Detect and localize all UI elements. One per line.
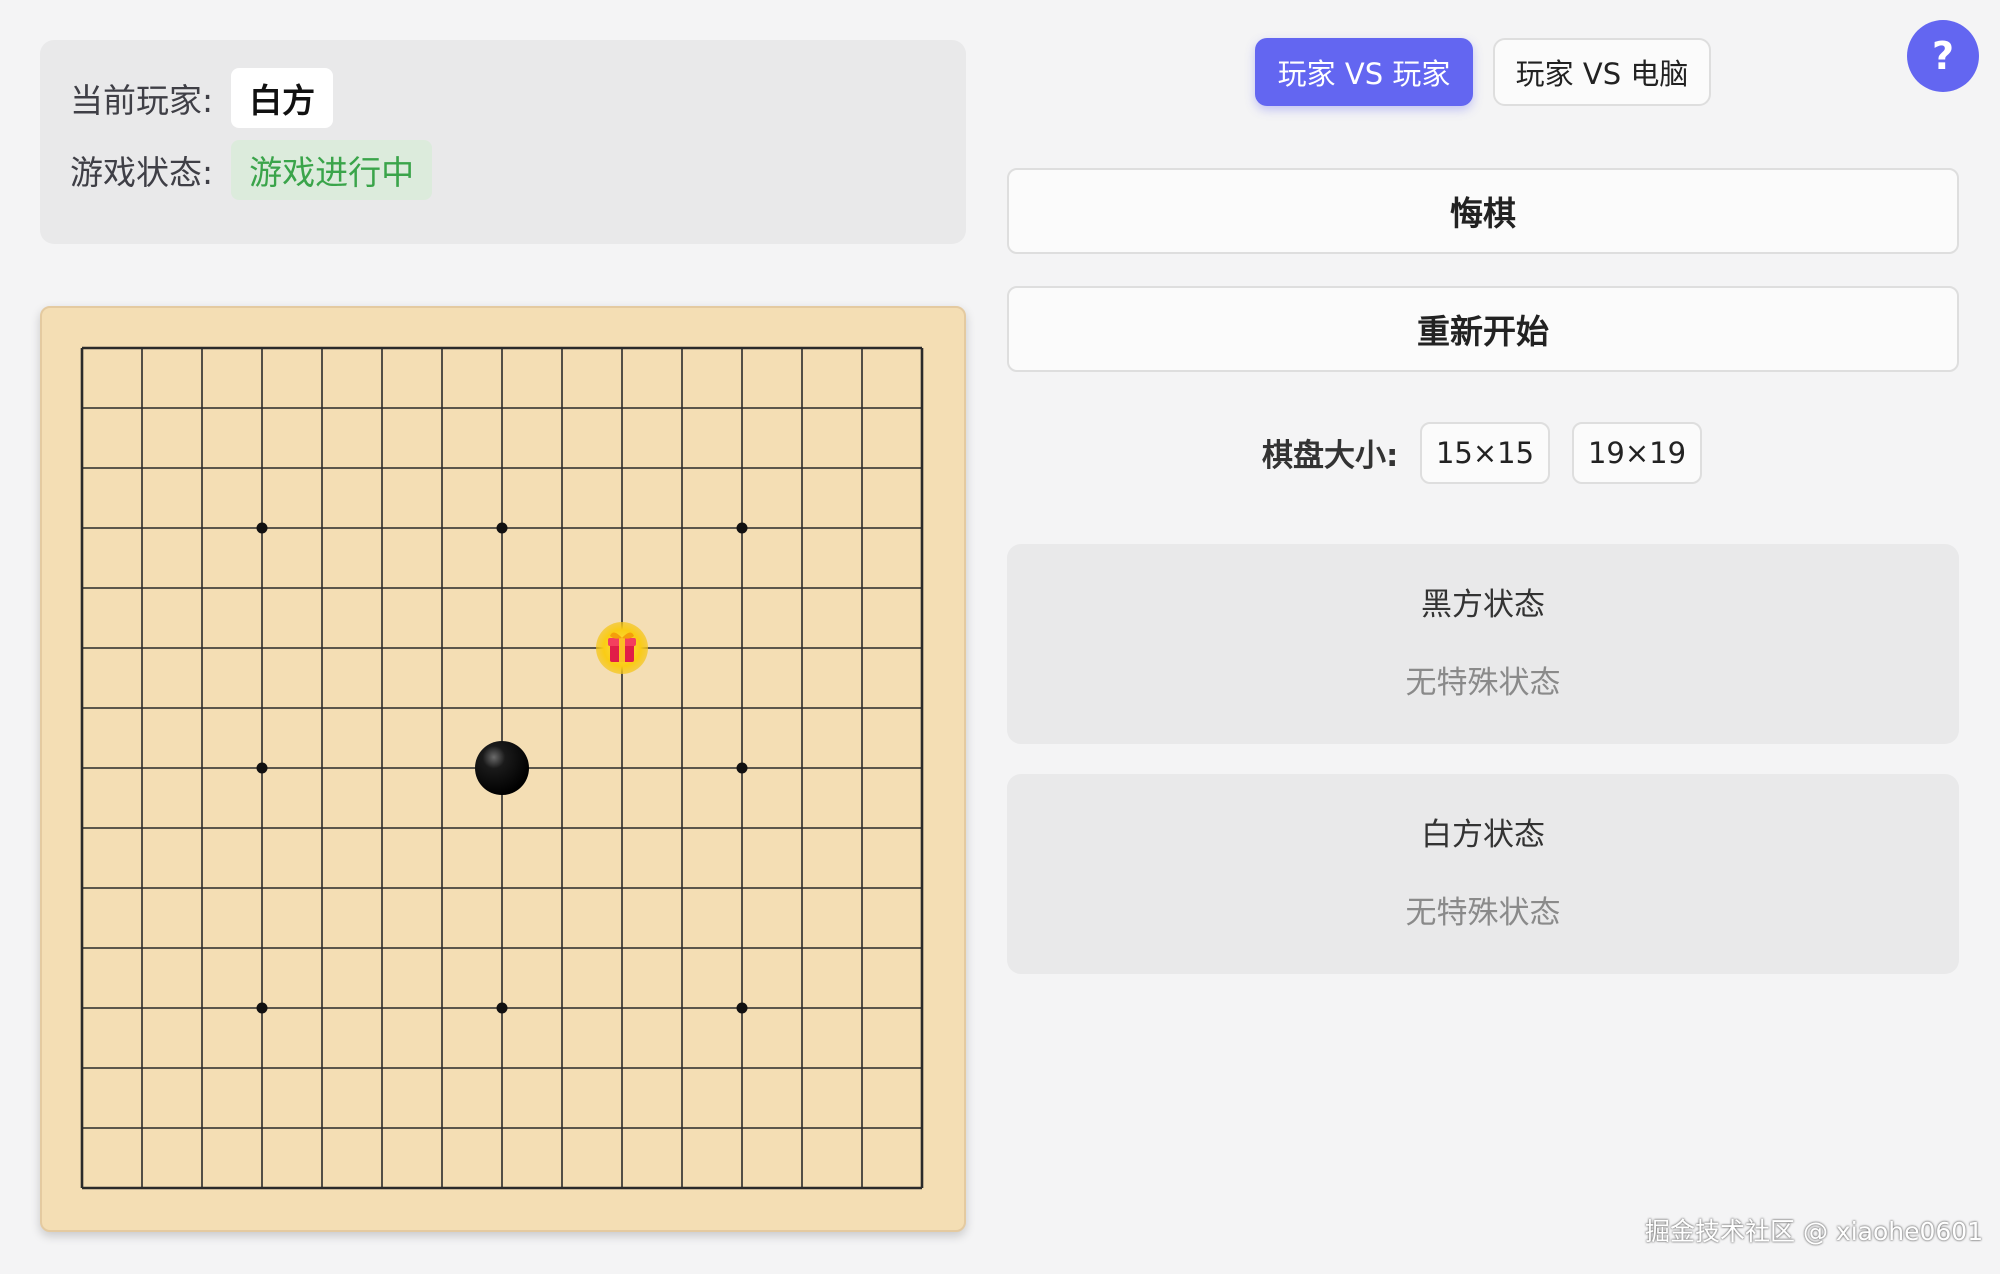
board-size-label: 棋盘大小: xyxy=(1262,438,1399,474)
black-status-text: 无特殊状态 xyxy=(1405,665,1561,701)
black-status-card: 黑方状态 无特殊状态 xyxy=(1007,544,1959,744)
current-player-label: 当前玩家: xyxy=(70,81,214,120)
star-point xyxy=(256,522,268,534)
current-player-value: 白方 xyxy=(231,68,334,128)
black-status-title: 黑方状态 xyxy=(1421,587,1545,623)
white-status-card: 白方状态 无特殊状态 xyxy=(1007,774,1959,974)
watermark: 掘金技术社区 @ xiaohe0601 xyxy=(1645,1217,1984,1246)
board-size-19-button[interactable]: 19×19 xyxy=(1572,422,1702,484)
white-status-text: 无特殊状态 xyxy=(1405,895,1561,931)
star-point xyxy=(496,1002,508,1014)
black-stone xyxy=(475,741,529,795)
restart-button[interactable]: 重新开始 xyxy=(1007,286,1959,372)
game-info-panel: 当前玩家: 白方 游戏状态: 游戏进行中 xyxy=(40,40,966,244)
game-status-row: 游戏状态: 游戏进行中 xyxy=(70,140,433,200)
white-status-title: 白方状态 xyxy=(1421,817,1545,853)
game-status-label: 游戏状态: xyxy=(70,153,214,192)
star-point xyxy=(256,1002,268,1014)
mode-pvp-button[interactable]: 玩家 VS 玩家 xyxy=(1255,38,1473,106)
mode-pvc-button[interactable]: 玩家 VS 电脑 xyxy=(1493,38,1711,106)
star-point xyxy=(736,522,748,534)
star-point xyxy=(736,1002,748,1014)
star-point xyxy=(736,762,748,774)
help-button[interactable]: ? xyxy=(1907,20,1979,92)
star-point xyxy=(256,762,268,774)
star-point xyxy=(496,522,508,534)
undo-button[interactable]: 悔棋 xyxy=(1007,168,1959,254)
game-board[interactable] xyxy=(40,306,966,1232)
board-size-15-button[interactable]: 15×15 xyxy=(1420,422,1550,484)
game-status-value: 游戏进行中 xyxy=(231,140,433,200)
gift-icon[interactable] xyxy=(596,622,648,674)
current-player-row: 当前玩家: 白方 xyxy=(70,68,334,128)
board-grid[interactable] xyxy=(42,308,964,1230)
